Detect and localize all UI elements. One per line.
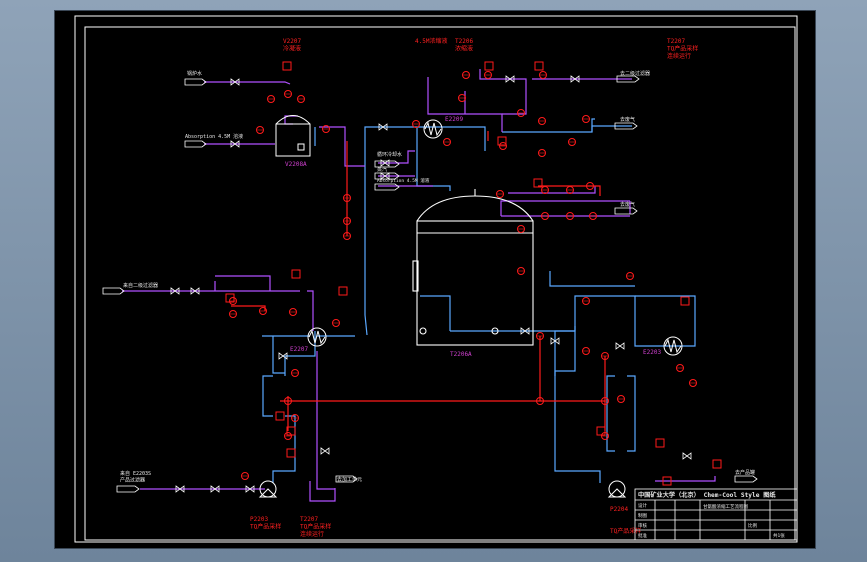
note-top-mid-2: T2206 浓缩液	[455, 38, 473, 53]
instrument-square	[534, 61, 544, 71]
drawing-border-outer	[74, 15, 798, 543]
instrument-square	[484, 61, 494, 71]
valve-symbol	[320, 447, 330, 455]
title-block-row-3: 审核	[638, 522, 647, 529]
note-bottom-right-1: P2204	[610, 506, 628, 513]
instrument-square	[282, 61, 292, 71]
instrument-square	[712, 459, 722, 469]
note-bottom-left-1: P2203 TQ产品采样	[250, 516, 281, 531]
instrument-square	[275, 411, 285, 421]
title-block-drawing-name: 甘氨酸浓缩工艺流程图	[703, 503, 748, 510]
hx-e2203-tag: E2203	[643, 349, 661, 356]
tank-t2206a-tag: T2206A	[450, 351, 472, 358]
hx-e2207[interactable]	[307, 327, 327, 347]
hx-e2209[interactable]	[423, 119, 443, 139]
title-block-scale: 比例	[748, 522, 757, 529]
process-lines	[262, 118, 696, 483]
stream-right-mid-out-1: 去废气	[620, 116, 635, 123]
instrument-square	[497, 136, 507, 146]
vessel-v2208a-tag: V2208A	[285, 161, 307, 168]
stream-top-right-out: 去二级过滤器	[620, 70, 650, 77]
stream-sample-in: Absorption 4.5M 溶液	[185, 133, 243, 140]
hx-e2209-tag: E2209	[445, 116, 463, 123]
valve-symbol	[682, 452, 692, 460]
cad-viewport[interactable]: V2208A T2206A E2209 E2207 E2203 锅炉水 Abso…	[55, 11, 815, 548]
instrument-square	[680, 296, 690, 306]
stream-bottom-out: 去加工单元	[337, 476, 362, 483]
vessel-v2208a[interactable]	[275, 115, 311, 157]
instrument-square	[596, 426, 606, 436]
pump-p2204[interactable]	[607, 480, 627, 498]
note-top-mid-1: 4.5M浓缩液	[415, 37, 447, 45]
stream-mid-label-1: 循环冷却水	[377, 151, 402, 158]
note-top-right: T2207 TQ产品采样连续运行	[667, 38, 698, 60]
tank-t2206a[interactable]	[412, 189, 534, 346]
pid-drawing: V2208A T2206A E2209 E2207 E2203 锅炉水 Abso…	[74, 15, 798, 543]
title-block-org: 中国矿业大学（北京） Chem-Cool Style 图纸	[638, 491, 776, 499]
title-block-row-1: 设计	[638, 502, 647, 509]
stream-bottom-left-in: 来自 E2203S 产品过滤器	[120, 470, 151, 483]
note-top-left: V2207 冷凝液	[283, 38, 301, 53]
instrument-square	[291, 269, 301, 279]
instrument-square	[286, 448, 296, 458]
instrument-square	[338, 286, 348, 296]
note-bottom-left-2: T2207 TQ产品采样连续运行	[300, 516, 331, 538]
drawing-border-inner	[84, 26, 796, 541]
title-block-row-2: 制图	[638, 512, 647, 519]
stream-bottom-right-out: 去产品罐	[735, 469, 755, 476]
valve-symbol	[615, 342, 625, 350]
stream-right-mid-out-2: 去废气	[620, 201, 635, 208]
stream-top-left-in: 锅炉水	[187, 70, 202, 77]
instrument-square	[655, 438, 665, 448]
hx-e2207-tag: E2207	[290, 346, 308, 353]
title-block-sheet: 共1张	[773, 532, 785, 539]
title-block-row-4: 批准	[638, 532, 647, 539]
stream-mid-label-2: 蒸汽	[377, 166, 387, 173]
stream-mid-label-3: Absorption 4.5M 溶液	[377, 177, 430, 184]
stream-left-mid-in: 来自二级过滤器	[123, 282, 158, 289]
note-bottom-right-2: TQ产品采样	[610, 527, 641, 535]
